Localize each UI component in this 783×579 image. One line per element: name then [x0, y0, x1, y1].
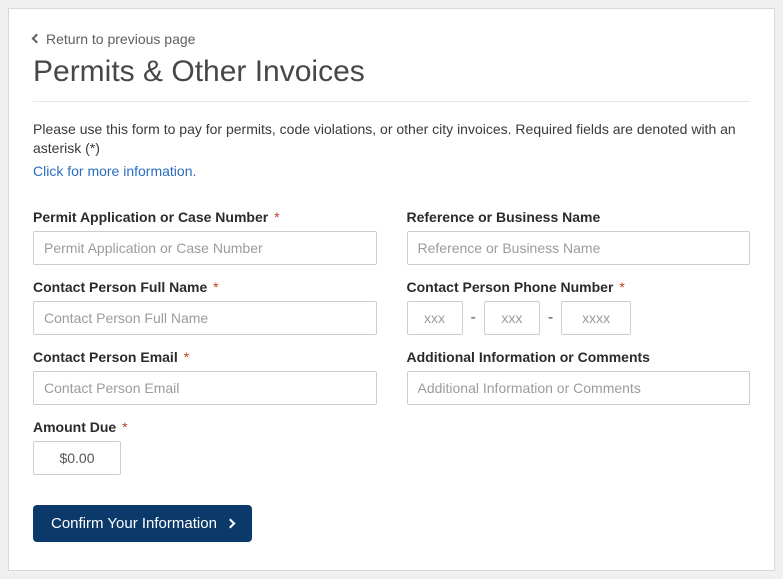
label-text: Additional Information or Comments	[407, 349, 650, 365]
contact-name-input[interactable]	[33, 301, 377, 335]
phone-prefix-input[interactable]	[484, 301, 540, 335]
required-star: *	[619, 279, 624, 295]
label-text: Reference or Business Name	[407, 209, 601, 225]
required-star: *	[213, 279, 218, 295]
reference-input[interactable]	[407, 231, 751, 265]
additional-info-input[interactable]	[407, 371, 751, 405]
more-info-link[interactable]: Click for more information.	[33, 163, 196, 179]
chevron-right-icon	[225, 518, 235, 528]
label-text: Contact Person Phone Number	[407, 279, 614, 295]
label-text: Contact Person Email	[33, 349, 178, 365]
label-text: Permit Application or Case Number	[33, 209, 268, 225]
additional-info-group: Additional Information or Comments	[407, 349, 751, 405]
contact-email-input[interactable]	[33, 371, 377, 405]
phone-line-input[interactable]	[561, 301, 631, 335]
page-title: Permits & Other Invoices	[33, 55, 750, 89]
contact-email-label: Contact Person Email *	[33, 349, 377, 365]
confirm-button[interactable]: Confirm Your Information	[33, 505, 252, 542]
page-container: Return to previous page Permits & Other …	[8, 8, 775, 571]
reference-group: Reference or Business Name	[407, 209, 751, 265]
permit-number-group: Permit Application or Case Number *	[33, 209, 377, 265]
required-star: *	[122, 419, 127, 435]
contact-phone-label: Contact Person Phone Number *	[407, 279, 751, 295]
amount-due-label: Amount Due *	[33, 419, 377, 435]
permit-number-label: Permit Application or Case Number *	[33, 209, 377, 225]
label-text: Contact Person Full Name	[33, 279, 207, 295]
return-link-text: Return to previous page	[46, 31, 195, 47]
divider	[33, 101, 750, 102]
additional-info-label: Additional Information or Comments	[407, 349, 751, 365]
phone-area-input[interactable]	[407, 301, 463, 335]
required-star: *	[274, 209, 279, 225]
phone-row: - -	[407, 301, 751, 335]
contact-email-group: Contact Person Email *	[33, 349, 377, 405]
intro-text: Please use this form to pay for permits,…	[33, 120, 750, 159]
phone-dash: -	[548, 309, 553, 327]
contact-phone-group: Contact Person Phone Number * - -	[407, 279, 751, 335]
contact-name-label: Contact Person Full Name *	[33, 279, 377, 295]
label-text: Amount Due	[33, 419, 116, 435]
form-grid: Permit Application or Case Number * Refe…	[33, 209, 750, 475]
phone-dash: -	[471, 309, 476, 327]
return-link[interactable]: Return to previous page	[33, 31, 195, 47]
contact-name-group: Contact Person Full Name *	[33, 279, 377, 335]
required-star: *	[184, 349, 189, 365]
reference-label: Reference or Business Name	[407, 209, 751, 225]
chevron-left-icon	[32, 34, 42, 44]
confirm-button-label: Confirm Your Information	[51, 515, 217, 532]
amount-due-input[interactable]	[33, 441, 121, 475]
permit-number-input[interactable]	[33, 231, 377, 265]
amount-due-group: Amount Due *	[33, 419, 377, 475]
